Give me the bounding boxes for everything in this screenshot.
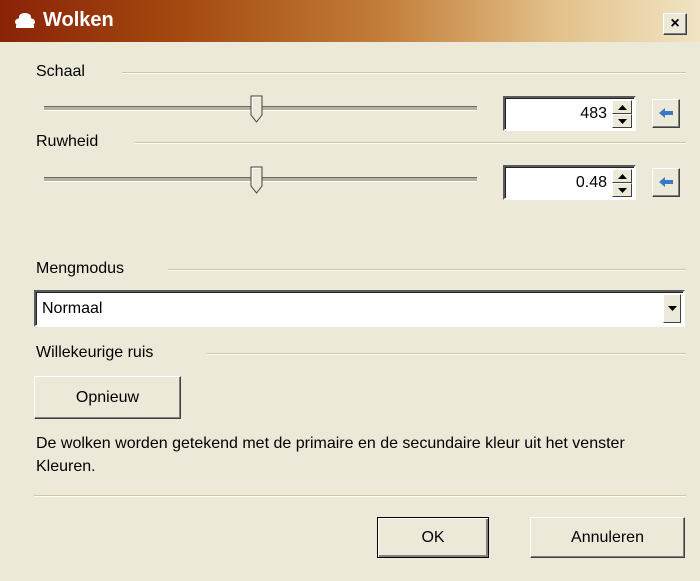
roughness-spin-down[interactable] [612,183,632,197]
arrow-left-icon [659,177,673,187]
scale-slider-thumb[interactable] [250,95,264,123]
roughness-reset-button[interactable] [652,168,680,197]
roughness-label: Ruwheid [36,133,99,150]
blend-mode-dropdown-button[interactable] [663,294,681,323]
scale-spin-down[interactable] [612,114,632,128]
chevron-down-icon [668,306,677,311]
blend-mode-group-line [168,269,686,271]
roughness-slider-thumb[interactable] [250,166,264,194]
close-button[interactable]: × [663,13,687,35]
reseed-button[interactable]: Opnieuw [34,376,181,419]
scale-reset-button[interactable] [652,99,680,128]
roughness-group-line [135,142,686,144]
blend-mode-value: Normaal [42,300,103,317]
arrow-down-icon [618,119,627,124]
random-noise-group-line [207,353,686,355]
random-noise-label: Willekeurige ruis [36,344,154,361]
cancel-button[interactable]: Annuleren [530,517,685,558]
window-title: Wolken [43,9,114,31]
separator [34,495,686,497]
arrow-up-icon [618,105,627,110]
blend-mode-select[interactable]: Normaal [34,290,685,327]
arrow-down-icon [618,188,627,193]
scale-value: 483 [580,105,607,122]
arrow-up-icon [618,174,627,179]
arrow-left-icon [659,108,673,118]
roughness-spin-up[interactable] [612,169,632,183]
clouds-icon [15,13,35,28]
scale-label: Schaal [36,63,85,80]
description-text: De wolken worden getekend met de primair… [36,435,625,475]
roughness-value: 0.48 [575,174,607,191]
scale-spinbox[interactable]: 483 [503,96,636,131]
blend-mode-label: Mengmodus [36,260,125,277]
scale-group-line [122,72,686,74]
title-bar[interactable]: Wolken × [0,0,700,42]
scale-spin-up[interactable] [612,100,632,114]
roughness-spinbox[interactable]: 0.48 [503,165,636,200]
ok-button[interactable]: OK [377,517,489,558]
